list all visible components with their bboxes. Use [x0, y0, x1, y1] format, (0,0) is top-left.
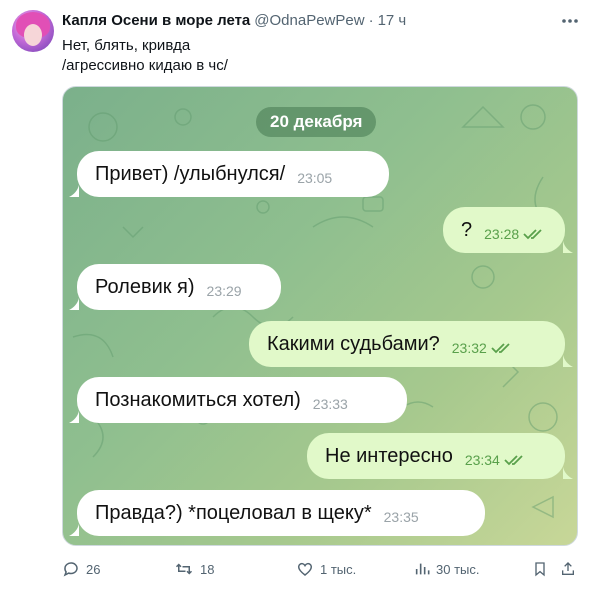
like-icon: [297, 562, 313, 576]
double-check-icon: [504, 455, 523, 466]
share-button[interactable]: [560, 560, 582, 578]
retweet-count: 18: [200, 561, 215, 577]
tweet-action-bar: 26 18 1 тыс. 30 тыс.: [62, 560, 578, 582]
message-time: 23:28: [484, 226, 520, 242]
reply-icon: [63, 562, 78, 577]
views-count: 30 тыс.: [436, 561, 480, 577]
share-icon: [562, 562, 574, 575]
retweet-icon: [175, 563, 193, 575]
reply-count: 26: [86, 561, 101, 577]
retweet-button[interactable]: 18: [174, 560, 214, 578]
bubble-tail: [69, 185, 79, 197]
reply-button[interactable]: 26: [62, 560, 100, 578]
tweet-text-line: Нет, блять, кривда: [62, 37, 191, 54]
message-text: Правда?) *поцеловал в щеку*: [95, 501, 372, 524]
views-button[interactable]: 30 тыс.: [414, 560, 479, 578]
tweet-time[interactable]: 17 ч: [378, 12, 407, 29]
tweet-text: Нет, блять, кривда /агрессивно кидаю в ч…: [62, 36, 228, 76]
like-count: 1 тыс.: [320, 561, 357, 577]
avatar-face: [24, 24, 42, 46]
bubble-tail: [69, 411, 79, 423]
more-icon[interactable]: [561, 12, 579, 30]
message-text: Не интересно: [325, 444, 453, 467]
message-time: 23:34: [464, 452, 500, 468]
message-time: 23:29: [206, 283, 242, 299]
separator-dot: ·: [368, 12, 374, 29]
message-time: 23:32: [451, 340, 487, 356]
avatar[interactable]: [12, 10, 54, 52]
bubble-tail: [563, 241, 573, 253]
chat-date-divider: 20 декабря: [256, 107, 377, 137]
message-text: Какими судьбами?: [267, 332, 440, 355]
chat-message-incoming[interactable]: Привет) /улыбнулся/ 23:05: [77, 151, 389, 197]
bubble-tail: [563, 467, 573, 479]
message-text: Познакомиться хотел): [95, 388, 301, 411]
bubble-tail: [69, 524, 79, 536]
views-icon: [415, 563, 430, 575]
bookmark-button[interactable]: [532, 560, 554, 578]
double-check-icon: [523, 229, 542, 240]
message-text: Привет) /улыбнулся/: [95, 162, 286, 185]
chat-message-incoming[interactable]: Познакомиться хотел) 23:33: [77, 377, 407, 423]
tweet-header: Капля Осени в море лета @OdnaPewPew · 17…: [62, 12, 406, 29]
bubble-tail: [563, 355, 573, 367]
display-name[interactable]: Капля Осени в море лета: [62, 12, 250, 29]
message-time: 23:33: [312, 396, 348, 412]
chat-message-incoming[interactable]: Ролевик я) 23:29: [77, 264, 281, 310]
chat-message-outgoing[interactable]: ? 23:28: [443, 207, 565, 253]
chat-message-outgoing[interactable]: Не интересно 23:34: [307, 433, 565, 479]
message-text: ?: [461, 218, 473, 241]
bubble-tail: [69, 298, 79, 310]
message-time: 23:35: [383, 509, 419, 525]
chat-message-outgoing[interactable]: Какими судьбами? 23:32: [249, 321, 565, 367]
like-button[interactable]: 1 тыс.: [296, 560, 356, 578]
bookmark-icon: [535, 562, 545, 577]
message-text: Ролевик я): [95, 275, 195, 298]
tweet-text-line: /агрессивно кидаю в чс/: [62, 57, 228, 74]
chat-message-incoming[interactable]: Правда?) *поцеловал в щеку* 23:35: [77, 490, 485, 536]
message-time: 23:05: [297, 170, 333, 186]
tweet-media-image[interactable]: 20 декабря Привет) /улыбнулся/ 23:05 ? 2…: [62, 86, 578, 546]
handle[interactable]: @OdnaPewPew: [254, 12, 364, 29]
double-check-icon: [491, 343, 510, 354]
